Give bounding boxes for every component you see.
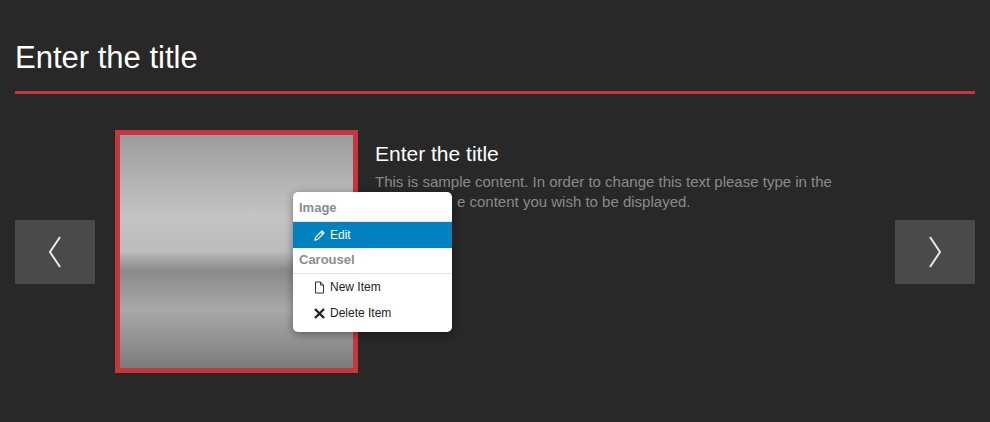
menu-item-label: New Item bbox=[330, 280, 381, 294]
context-menu: Image Edit Carousel New Item Delete Item bbox=[293, 192, 452, 332]
description-line: This is sample content. In order to chan… bbox=[375, 172, 895, 192]
menu-item[interactable]: Delete Item bbox=[293, 300, 452, 326]
next-button[interactable] bbox=[895, 220, 975, 284]
menu-item[interactable]: New Item bbox=[293, 274, 452, 300]
item-title[interactable]: Enter the title bbox=[375, 140, 895, 168]
menu-section-title: Carousel bbox=[293, 248, 452, 274]
description-line: e content you wish to be displayed. bbox=[375, 192, 895, 212]
page: Enter the title Enter the title This is sa… bbox=[0, 0, 990, 422]
carousel-content: Enter the title This is sample content. I… bbox=[375, 130, 895, 212]
carousel: Enter the title This is sample content. I… bbox=[15, 130, 975, 373]
chevron-right-icon bbox=[927, 235, 943, 269]
close-icon bbox=[313, 307, 326, 320]
menu-section-title: Image bbox=[293, 196, 452, 222]
document-icon bbox=[313, 281, 326, 294]
item-description[interactable]: This is sample content. In order to chan… bbox=[375, 172, 895, 212]
pencil-icon bbox=[313, 229, 326, 242]
menu-item[interactable]: Edit bbox=[293, 222, 452, 248]
page-heading: Enter the title bbox=[15, 0, 975, 78]
menu-item-label: Delete Item bbox=[330, 306, 391, 320]
menu-section: Image Edit bbox=[293, 196, 452, 248]
chevron-left-icon bbox=[47, 235, 63, 269]
menu-section: Carousel New Item Delete Item bbox=[293, 248, 452, 326]
menu-item-label: Edit bbox=[330, 228, 351, 242]
heading-rule bbox=[15, 91, 975, 94]
prev-button[interactable] bbox=[15, 220, 95, 284]
